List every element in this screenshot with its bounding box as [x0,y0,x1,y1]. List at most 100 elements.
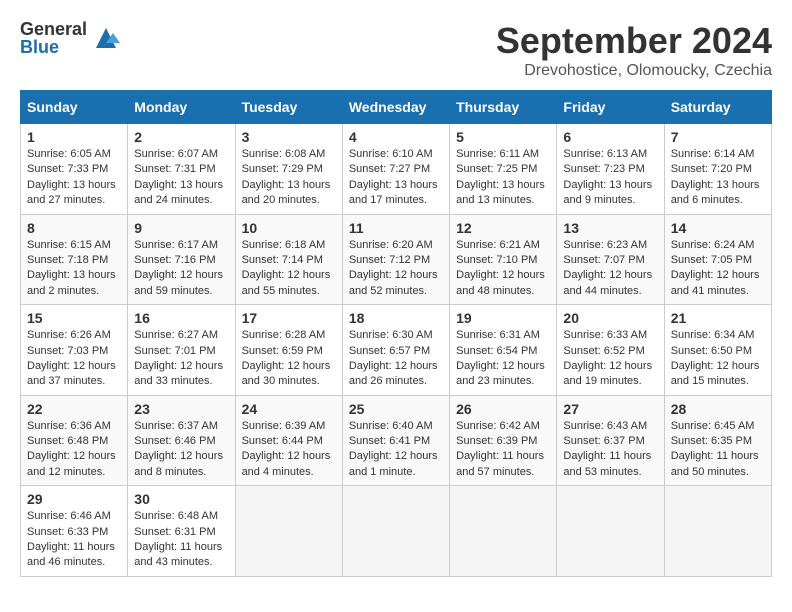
cell-info: Sunrise: 6:08 AM Sunset: 7:29 PM Dayligh… [242,147,336,209]
cell-info: Sunrise: 6:20 AM Sunset: 7:12 PM Dayligh… [349,238,443,300]
calendar-cell [664,486,771,577]
calendar-cell: 1 Sunrise: 6:05 AM Sunset: 7:33 PM Daylig… [21,124,128,215]
day-number: 9 [134,220,228,236]
calendar-cell: 2 Sunrise: 6:07 AM Sunset: 7:31 PM Daylig… [128,124,235,215]
cell-info: Sunrise: 6:42 AM Sunset: 6:39 PM Dayligh… [456,419,550,481]
cell-info: Sunrise: 6:27 AM Sunset: 7:01 PM Dayligh… [134,328,228,390]
cell-info: Sunrise: 6:48 AM Sunset: 6:31 PM Dayligh… [134,509,228,571]
location-subtitle: Drevohostice, Olomoucky, Czechia [496,62,772,80]
day-number: 3 [242,129,336,145]
calendar-cell: 17 Sunrise: 6:28 AM Sunset: 6:59 PM Dayli… [235,305,342,396]
cell-info: Sunrise: 6:28 AM Sunset: 6:59 PM Dayligh… [242,328,336,390]
calendar-cell: 4 Sunrise: 6:10 AM Sunset: 7:27 PM Daylig… [342,124,449,215]
day-number: 28 [671,401,765,417]
calendar-cell: 22 Sunrise: 6:36 AM Sunset: 6:48 PM Dayli… [21,395,128,486]
cell-info: Sunrise: 6:05 AM Sunset: 7:33 PM Dayligh… [27,147,121,209]
calendar-week-row: 1 Sunrise: 6:05 AM Sunset: 7:33 PM Daylig… [21,124,772,215]
cell-info: Sunrise: 6:40 AM Sunset: 6:41 PM Dayligh… [349,419,443,481]
day-number: 24 [242,401,336,417]
calendar-cell: 18 Sunrise: 6:30 AM Sunset: 6:57 PM Dayli… [342,305,449,396]
day-number: 10 [242,220,336,236]
cell-info: Sunrise: 6:07 AM Sunset: 7:31 PM Dayligh… [134,147,228,209]
calendar-cell: 15Sunrise: 6:26 AM Sunset: 7:03 PM Dayli… [21,305,128,396]
calendar-cell: 19 Sunrise: 6:31 AM Sunset: 6:54 PM Dayli… [450,305,557,396]
day-number: 8 [27,220,121,236]
calendar-cell: 28 Sunrise: 6:45 AM Sunset: 6:35 PM Dayli… [664,395,771,486]
cell-info: Sunrise: 6:18 AM Sunset: 7:14 PM Dayligh… [242,238,336,300]
calendar-cell [557,486,664,577]
calendar-cell: 8 Sunrise: 6:15 AM Sunset: 7:18 PM Daylig… [21,214,128,305]
day-number: 1 [27,129,121,145]
cell-info: Sunrise: 6:21 AM Sunset: 7:10 PM Dayligh… [456,238,550,300]
calendar-header-row: SundayMondayTuesdayWednesdayThursdayFrid… [21,91,772,124]
day-number: 12 [456,220,550,236]
calendar-cell: 24 Sunrise: 6:39 AM Sunset: 6:44 PM Dayli… [235,395,342,486]
calendar-cell: 3 Sunrise: 6:08 AM Sunset: 7:29 PM Daylig… [235,124,342,215]
calendar-cell: 26 Sunrise: 6:42 AM Sunset: 6:39 PM Dayli… [450,395,557,486]
month-title: September 2024 [496,20,772,62]
calendar-cell: 7 Sunrise: 6:14 AM Sunset: 7:20 PM Daylig… [664,124,771,215]
cell-info: Sunrise: 6:24 AM Sunset: 7:05 PM Dayligh… [671,238,765,300]
day-number: 5 [456,129,550,145]
cell-info: Sunrise: 6:23 AM Sunset: 7:07 PM Dayligh… [563,238,657,300]
calendar-cell: 20 Sunrise: 6:33 AM Sunset: 6:52 PM Dayli… [557,305,664,396]
day-number: 14 [671,220,765,236]
cell-info: Sunrise: 6:13 AM Sunset: 7:23 PM Dayligh… [563,147,657,209]
day-number: 16 [134,310,228,326]
cell-info: Sunrise: 6:15 AM Sunset: 7:18 PM Dayligh… [27,238,121,300]
calendar-cell: 9Sunrise: 6:17 AM Sunset: 7:16 PM Daylig… [128,214,235,305]
cell-info: Sunrise: 6:10 AM Sunset: 7:27 PM Dayligh… [349,147,443,209]
day-number: 13 [563,220,657,236]
calendar-cell: 29Sunrise: 6:46 AM Sunset: 6:33 PM Dayli… [21,486,128,577]
logo: General Blue [20,20,121,56]
calendar-week-row: 8 Sunrise: 6:15 AM Sunset: 7:18 PM Daylig… [21,214,772,305]
day-number: 18 [349,310,443,326]
day-number: 21 [671,310,765,326]
calendar-week-row: 29Sunrise: 6:46 AM Sunset: 6:33 PM Dayli… [21,486,772,577]
column-header-monday: Monday [128,91,235,124]
day-number: 17 [242,310,336,326]
logo-general-text: General [20,20,87,38]
calendar-week-row: 22 Sunrise: 6:36 AM Sunset: 6:48 PM Dayli… [21,395,772,486]
cell-info: Sunrise: 6:45 AM Sunset: 6:35 PM Dayligh… [671,419,765,481]
column-header-sunday: Sunday [21,91,128,124]
calendar-cell: 13 Sunrise: 6:23 AM Sunset: 7:07 PM Dayli… [557,214,664,305]
day-number: 19 [456,310,550,326]
calendar-cell [450,486,557,577]
day-number: 11 [349,220,443,236]
cell-info: Sunrise: 6:31 AM Sunset: 6:54 PM Dayligh… [456,328,550,390]
day-number: 23 [134,401,228,417]
cell-info: Sunrise: 6:39 AM Sunset: 6:44 PM Dayligh… [242,419,336,481]
calendar-cell: 21 Sunrise: 6:34 AM Sunset: 6:50 PM Dayli… [664,305,771,396]
calendar-cell: 12 Sunrise: 6:21 AM Sunset: 7:10 PM Dayli… [450,214,557,305]
cell-info: Sunrise: 6:36 AM Sunset: 6:48 PM Dayligh… [27,419,121,481]
cell-info: Sunrise: 6:43 AM Sunset: 6:37 PM Dayligh… [563,419,657,481]
calendar-cell: 30Sunrise: 6:48 AM Sunset: 6:31 PM Dayli… [128,486,235,577]
title-section: September 2024 Drevohostice, Olomoucky, … [496,20,772,80]
calendar-cell: 27Sunrise: 6:43 AM Sunset: 6:37 PM Dayli… [557,395,664,486]
column-header-wednesday: Wednesday [342,91,449,124]
day-number: 20 [563,310,657,326]
calendar-cell: 23Sunrise: 6:37 AM Sunset: 6:46 PM Dayli… [128,395,235,486]
page-header: General Blue September 2024 Drevohostice… [20,20,772,80]
logo-icon [91,23,121,53]
day-number: 4 [349,129,443,145]
calendar-cell: 5 Sunrise: 6:11 AM Sunset: 7:25 PM Daylig… [450,124,557,215]
day-number: 22 [27,401,121,417]
day-number: 7 [671,129,765,145]
calendar-cell: 25Sunrise: 6:40 AM Sunset: 6:41 PM Dayli… [342,395,449,486]
cell-info: Sunrise: 6:34 AM Sunset: 6:50 PM Dayligh… [671,328,765,390]
cell-info: Sunrise: 6:26 AM Sunset: 7:03 PM Dayligh… [27,328,121,390]
cell-info: Sunrise: 6:33 AM Sunset: 6:52 PM Dayligh… [563,328,657,390]
calendar-cell: 11 Sunrise: 6:20 AM Sunset: 7:12 PM Dayli… [342,214,449,305]
calendar-table: SundayMondayTuesdayWednesdayThursdayFrid… [20,90,772,577]
day-number: 26 [456,401,550,417]
column-header-thursday: Thursday [450,91,557,124]
day-number: 2 [134,129,228,145]
cell-info: Sunrise: 6:46 AM Sunset: 6:33 PM Dayligh… [27,509,121,571]
cell-info: Sunrise: 6:30 AM Sunset: 6:57 PM Dayligh… [349,328,443,390]
cell-info: Sunrise: 6:11 AM Sunset: 7:25 PM Dayligh… [456,147,550,209]
logo-blue-text: Blue [20,38,87,56]
column-header-saturday: Saturday [664,91,771,124]
cell-info: Sunrise: 6:14 AM Sunset: 7:20 PM Dayligh… [671,147,765,209]
